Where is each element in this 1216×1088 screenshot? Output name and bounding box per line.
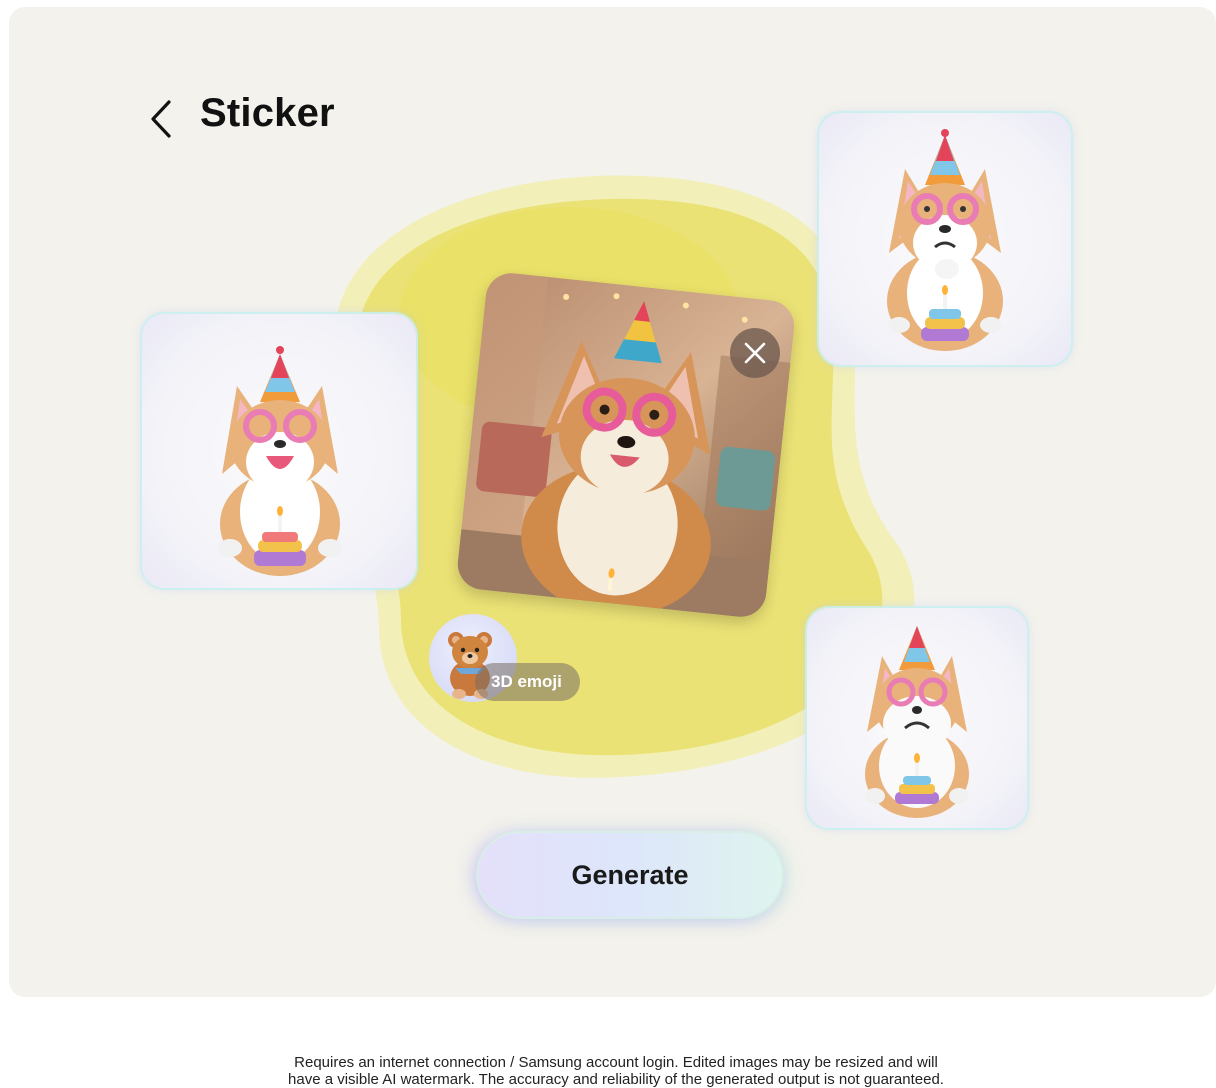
remove-photo-button[interactable] <box>730 328 780 378</box>
style-chip[interactable]: 3D emoji <box>475 663 580 701</box>
back-button[interactable] <box>137 95 185 143</box>
corgi-sticker-image <box>218 346 342 576</box>
sticker-panel: Sticker 3D emoji Generate <box>9 7 1216 997</box>
generate-button[interactable]: Generate <box>478 833 782 917</box>
sticker-crying-corgi[interactable] <box>807 608 1027 828</box>
disclaimer-line-1: Requires an internet connection / Samsun… <box>294 1054 938 1071</box>
close-icon <box>744 342 766 364</box>
sticker-laughing-corgi[interactable] <box>142 314 416 588</box>
chevron-left-icon <box>151 100 171 138</box>
corgi-sticker-image <box>865 626 969 818</box>
disclaimer: Requires an internet connection / Samsun… <box>0 1054 1216 1088</box>
corgi-party-photo <box>455 270 797 620</box>
page-title: Sticker <box>200 91 335 135</box>
corgi-sticker-image <box>887 129 1003 351</box>
disclaimer-line-2: have a visible AI watermark. The accurac… <box>288 1071 944 1088</box>
sticker-thinking-corgi[interactable] <box>819 113 1071 365</box>
